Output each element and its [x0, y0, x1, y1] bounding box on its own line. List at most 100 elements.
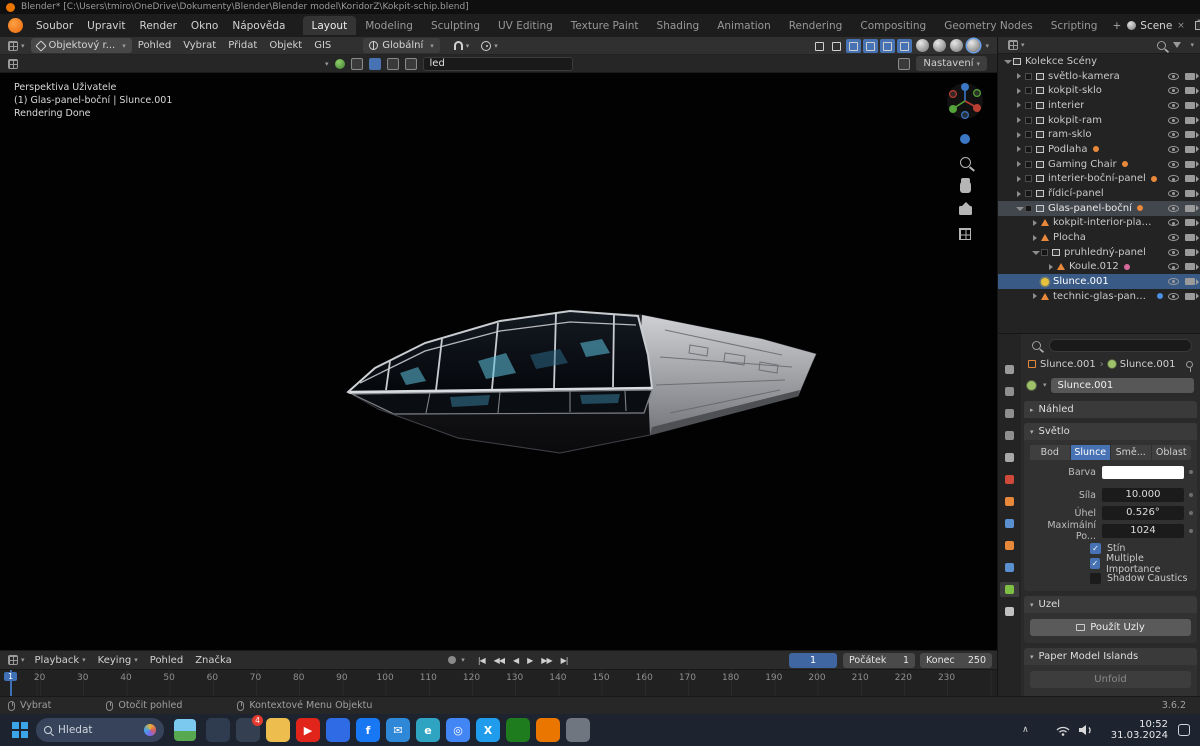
properties-tab[interactable]	[1000, 362, 1019, 377]
tool-icon-3[interactable]	[386, 57, 399, 70]
gis-search-input[interactable]	[422, 56, 573, 71]
expand-arrow-icon[interactable]	[1014, 71, 1025, 81]
expand-arrow-icon[interactable]	[1014, 86, 1025, 96]
section-node[interactable]: ▾ Uzel	[1024, 596, 1197, 613]
expand-arrow-icon[interactable]	[1002, 56, 1013, 66]
timeline-ruler[interactable]: 1 20 30 40 50 60 70 80 90 100 110 120 130 140 150 160 1…	[0, 669, 997, 696]
camera-icon[interactable]	[1185, 190, 1199, 198]
expand-arrow-icon[interactable]	[1014, 189, 1025, 199]
unfold-button[interactable]: Unfold	[1030, 671, 1191, 688]
workspace-tab[interactable]: UV Editing	[489, 16, 562, 35]
light-type-button[interactable]: Oblast	[1151, 445, 1191, 460]
taskbar-app-icon[interactable]	[206, 718, 230, 742]
start-button[interactable]	[12, 722, 28, 738]
checkbox[interactable]: ✓	[1090, 573, 1101, 584]
chevron-down-icon[interactable]: ▾	[494, 42, 498, 50]
expand-arrow-icon[interactable]	[1030, 218, 1041, 228]
eye-icon[interactable]	[1168, 116, 1179, 124]
expand-arrow-icon[interactable]	[1030, 233, 1041, 243]
outliner-row-root[interactable]: Kolekce Scény	[998, 54, 1200, 69]
frame-end-field[interactable]: Konec 250	[920, 652, 993, 668]
workspace-tab[interactable]: Geometry Nodes	[935, 16, 1042, 35]
animate-dot[interactable]	[1189, 470, 1193, 474]
eye-icon[interactable]	[1168, 234, 1179, 242]
properties-tab[interactable]	[1000, 560, 1019, 575]
taskbar-app-icon[interactable]: ✉	[386, 718, 410, 742]
play-button[interactable]: ▶	[524, 654, 535, 667]
prev-keyframe-button[interactable]: ◀◀	[491, 654, 507, 667]
viewlayer-selector[interactable]: ViewLayer ×	[1194, 20, 1200, 32]
active-tool-icon[interactable]	[4, 58, 22, 69]
breadcrumb-object[interactable]: Slunce.001	[1040, 359, 1096, 370]
menu-item[interactable]: Okno	[184, 17, 225, 35]
settings-dropdown[interactable]: Nastavení ▾	[916, 56, 987, 71]
shading-solid-button[interactable]	[933, 39, 947, 52]
outliner-row[interactable]: kokpit-interior-plat.005	[998, 216, 1200, 231]
expand-arrow-icon[interactable]	[1014, 203, 1025, 213]
taskbar-app-icon[interactable]: X	[476, 718, 500, 742]
collection-checkbox[interactable]	[1041, 248, 1048, 256]
taskbar-search[interactable]	[36, 718, 164, 742]
eye-icon[interactable]	[1168, 160, 1179, 168]
tool-icon-5[interactable]	[898, 57, 911, 70]
taskbar-app-icon[interactable]	[506, 718, 530, 742]
view-menu[interactable]: Pohled	[144, 653, 189, 668]
properties-tab[interactable]	[1000, 472, 1019, 487]
outliner-row[interactable]: pruhledný-panel	[998, 245, 1200, 260]
menu-item[interactable]: Soubor	[29, 17, 80, 35]
expand-arrow-icon[interactable]	[1014, 130, 1025, 140]
outliner-editor-button[interactable]: ▾	[1004, 40, 1029, 50]
next-keyframe-button[interactable]: ▶▶	[538, 654, 554, 667]
camera-icon[interactable]	[1185, 101, 1199, 109]
animate-dot[interactable]	[1189, 493, 1193, 497]
eye-icon[interactable]	[1168, 278, 1179, 286]
light-type-button[interactable]: Bod	[1030, 445, 1070, 460]
eye-icon[interactable]	[1168, 292, 1179, 300]
breadcrumb-data[interactable]: Slunce.001	[1120, 359, 1176, 370]
properties-tab[interactable]	[1000, 604, 1019, 619]
taskbar-app-icon[interactable]	[536, 718, 560, 742]
outliner-row[interactable]: Koule.012	[998, 260, 1200, 275]
camera-icon[interactable]	[1185, 160, 1199, 168]
checkbox[interactable]: ✓	[1090, 543, 1101, 554]
viewport-menu-item[interactable]: GIS	[308, 38, 337, 53]
workspace-tab[interactable]: Modeling	[356, 16, 422, 35]
properties-tab[interactable]	[1000, 428, 1019, 443]
camera-icon[interactable]	[1185, 248, 1199, 256]
collection-checkbox[interactable]	[1025, 160, 1032, 168]
taskbar-app-icon[interactable]	[266, 718, 290, 742]
eye-icon[interactable]	[1168, 131, 1179, 139]
light-type-button[interactable]: Smě...	[1111, 445, 1151, 460]
eye-icon[interactable]	[1168, 101, 1179, 109]
filter-icon[interactable]	[1173, 42, 1182, 48]
camera-icon[interactable]	[1185, 87, 1199, 95]
taskbar-app-icon[interactable]	[326, 718, 350, 742]
marker-menu[interactable]: Značka	[189, 653, 238, 668]
eye-icon[interactable]	[1168, 175, 1179, 183]
chevron-down-icon[interactable]: ▾	[985, 42, 989, 50]
outliner-search-icon[interactable]	[1157, 40, 1167, 50]
playback-menu[interactable]: Playback ▾	[29, 653, 92, 668]
outliner-row[interactable]: interier	[998, 98, 1200, 113]
collection-checkbox[interactable]	[1025, 131, 1032, 139]
workspace-tab[interactable]: Rendering	[780, 16, 852, 35]
shading-wireframe-button[interactable]	[916, 39, 930, 52]
outliner-row[interactable]: kokpit-ram	[998, 113, 1200, 128]
outliner-row[interactable]: Glas-panel-boční	[998, 200, 1200, 216]
properties-tab[interactable]	[1000, 384, 1019, 399]
expand-arrow-icon[interactable]	[1014, 144, 1025, 154]
properties-tab[interactable]	[1000, 450, 1019, 465]
blender-menu-icon[interactable]	[8, 18, 23, 33]
outliner-row[interactable]: světlo-kamera	[998, 69, 1200, 84]
eye-icon[interactable]	[1168, 204, 1179, 212]
viewport-menu-item[interactable]: Vybrat	[177, 38, 222, 53]
tray-clock[interactable]: 10:52 31.03.2024	[1111, 719, 1168, 741]
current-frame-field[interactable]: 1	[789, 652, 838, 668]
expand-arrow-icon[interactable]	[1030, 247, 1041, 257]
zoom-icon[interactable]	[959, 157, 971, 168]
outliner-row[interactable]: interier-boční-panel	[998, 172, 1200, 187]
chevron-down-icon[interactable]: ▾	[461, 656, 465, 664]
data-name-field[interactable]: Slunce.001	[1050, 377, 1194, 393]
tool-icon-2[interactable]	[368, 57, 381, 70]
snapping-toggle[interactable]	[897, 38, 913, 53]
